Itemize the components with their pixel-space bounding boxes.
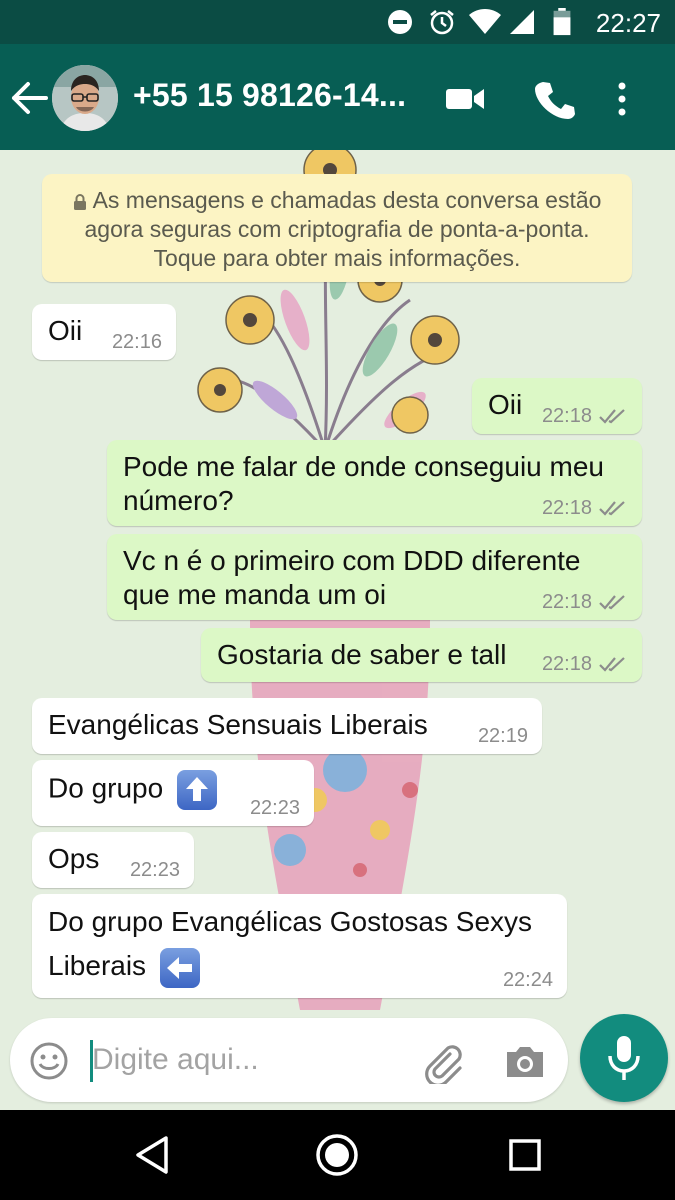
message-bubble-outgoing[interactable]: Vc n é o primeiro com DDD diferente que … bbox=[107, 534, 642, 620]
message-text: Pode me falar de onde conseguiu meu núme… bbox=[123, 451, 604, 516]
status-time: 22:27 bbox=[595, 8, 661, 38]
contact-name[interactable]: +55 15 98126-14... bbox=[133, 77, 406, 114]
message-bubble-incoming[interactable]: Ops 22:23 bbox=[32, 832, 194, 888]
video-call-icon[interactable] bbox=[444, 78, 486, 120]
message-time: 22:24 bbox=[502, 969, 553, 991]
message-bubble-incoming[interactable]: Do grupo 22:23 bbox=[32, 760, 314, 826]
message-bubble-outgoing[interactable]: Pode me falar de onde conseguiu meu núme… bbox=[107, 440, 642, 526]
message-time: 22:23 bbox=[249, 797, 300, 819]
message-text: Oii bbox=[488, 389, 523, 420]
left-arrow-emoji bbox=[159, 947, 200, 988]
message-input-box[interactable]: Digite aqui... bbox=[10, 1018, 568, 1102]
message-time: 22:18 bbox=[541, 591, 592, 613]
cell-signal-icon bbox=[510, 10, 534, 34]
message-time: 22:19 bbox=[477, 725, 528, 747]
lock-icon bbox=[73, 193, 86, 210]
microphone-icon bbox=[608, 1036, 640, 1080]
double-check-icon bbox=[599, 595, 625, 610]
message-bubble-incoming[interactable]: Do grupo Evangélicas Gostosas Sexys Libe… bbox=[32, 894, 567, 998]
message-text: Gostaria de saber e tall bbox=[217, 639, 507, 670]
double-check-icon bbox=[599, 501, 625, 516]
nav-home-icon[interactable] bbox=[315, 1133, 359, 1177]
wifi-icon bbox=[469, 9, 501, 34]
do-not-disturb-icon bbox=[388, 10, 412, 34]
message-text: Oii bbox=[48, 315, 83, 346]
chat-area[interactable]: As mensagens e chamadas desta conversa e… bbox=[0, 150, 675, 1010]
message-time: 22:23 bbox=[129, 859, 180, 881]
message-text: Vc n é o primeiro com DDD diferente que … bbox=[123, 545, 581, 610]
double-check-icon bbox=[599, 409, 625, 424]
contact-photo bbox=[52, 65, 118, 131]
message-bubble-outgoing[interactable]: Oii 22:18 bbox=[472, 378, 642, 434]
message-bubble-outgoing[interactable]: Gostaria de saber e tall 22:18 bbox=[201, 628, 642, 682]
double-check-icon bbox=[599, 657, 625, 672]
message-bubble-incoming[interactable]: Oii 22:16 bbox=[32, 304, 176, 360]
back-arrow-icon[interactable] bbox=[10, 80, 50, 116]
up-arrow-emoji bbox=[176, 770, 217, 810]
message-text: Ops bbox=[48, 843, 100, 874]
encryption-notice[interactable]: As mensagens e chamadas desta conversa e… bbox=[42, 174, 632, 282]
voice-message-button[interactable] bbox=[580, 1014, 668, 1102]
system-navigation-bar bbox=[0, 1110, 675, 1200]
status-bar: 22:27 bbox=[0, 0, 675, 44]
message-time: 22:16 bbox=[111, 331, 162, 353]
chat-header: +55 15 98126-14... bbox=[0, 44, 675, 150]
voice-call-icon[interactable] bbox=[534, 78, 576, 120]
message-text: Evangélicas Sensuais Liberais bbox=[48, 709, 428, 740]
more-options-icon[interactable] bbox=[612, 78, 632, 120]
camera-icon[interactable] bbox=[504, 1040, 546, 1082]
message-input[interactable]: Digite aqui... bbox=[92, 1043, 259, 1077]
encryption-notice-text: As mensagens e chamadas desta conversa e… bbox=[84, 187, 602, 271]
attach-icon[interactable] bbox=[420, 1040, 464, 1084]
message-time: 22:18 bbox=[541, 653, 592, 675]
message-text: Do grupo Evangélicas Gostosas Sexys Libe… bbox=[48, 906, 533, 981]
nav-back-icon[interactable] bbox=[132, 1134, 172, 1176]
nav-recents-icon[interactable] bbox=[508, 1138, 542, 1172]
message-time: 22:18 bbox=[541, 405, 592, 427]
emoji-icon[interactable] bbox=[28, 1040, 70, 1082]
avatar[interactable] bbox=[52, 65, 118, 131]
message-time: 22:18 bbox=[541, 497, 592, 519]
composer: Digite aqui... bbox=[0, 1010, 675, 1110]
message-bubble-incoming[interactable]: Evangélicas Sensuais Liberais 22:19 bbox=[32, 698, 542, 754]
battery-icon bbox=[553, 8, 571, 36]
message-text: Do grupo bbox=[48, 772, 164, 804]
alarm-icon bbox=[430, 10, 454, 35]
